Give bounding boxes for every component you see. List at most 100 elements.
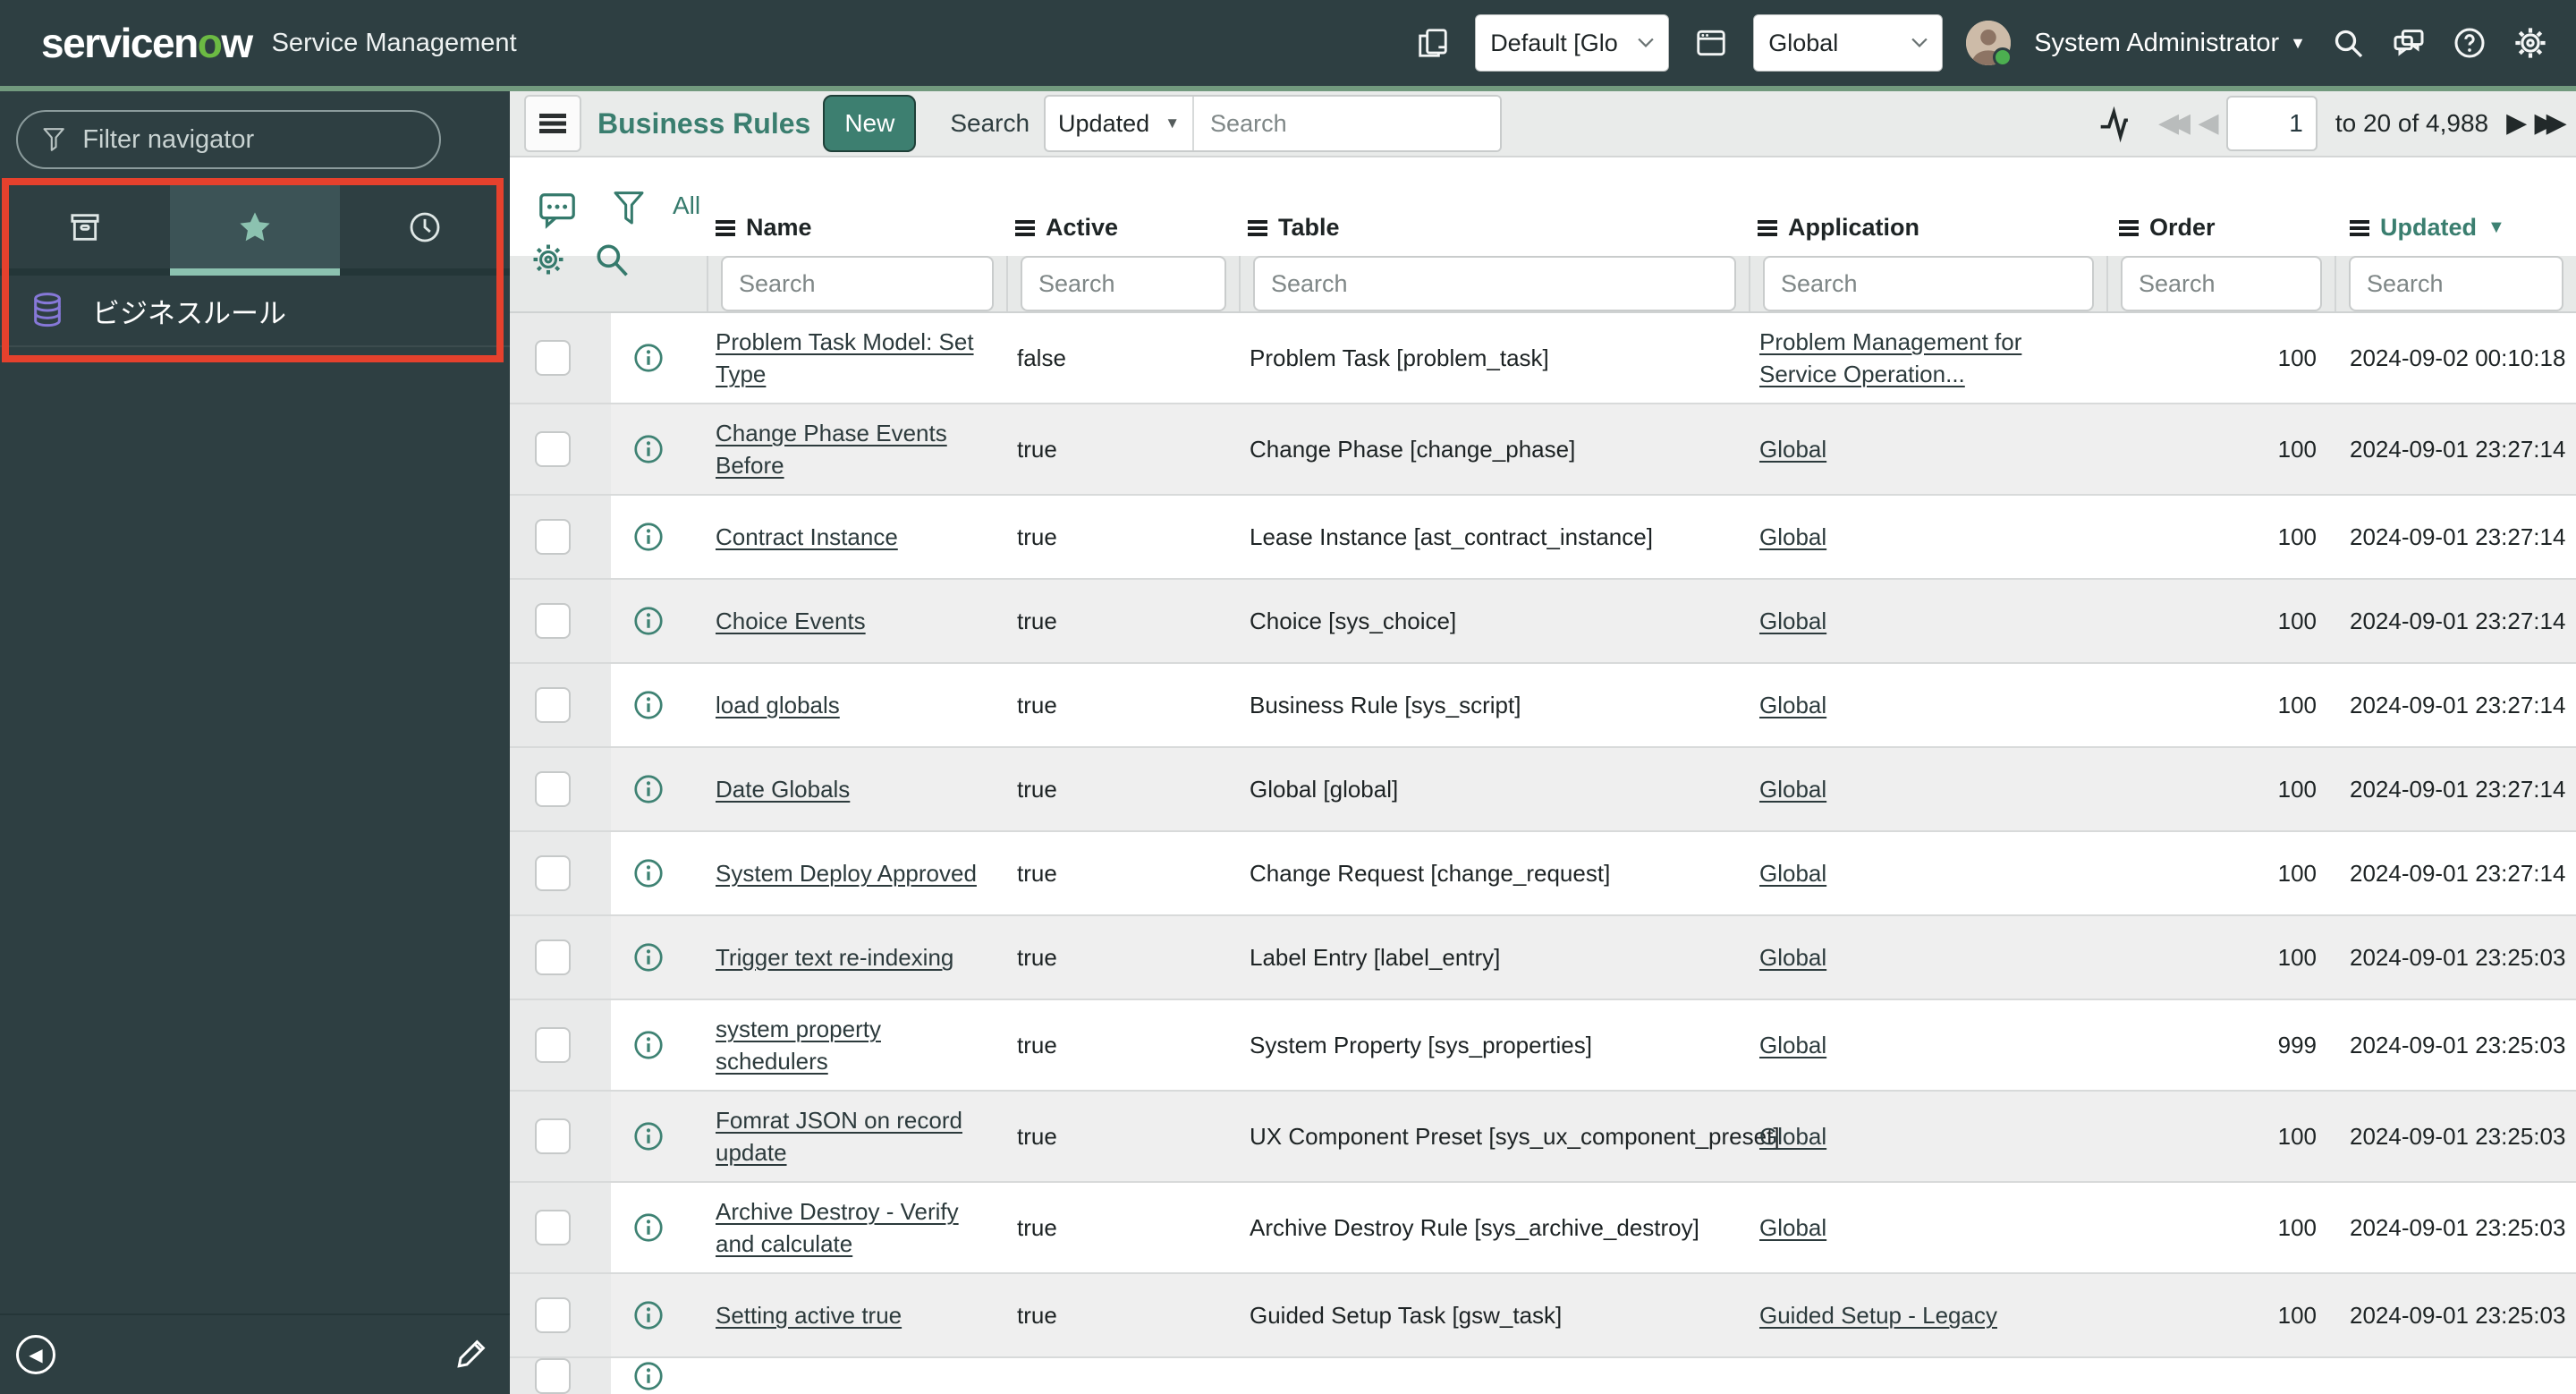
row-checkbox[interactable] [535,340,571,376]
update-set-icon[interactable] [1414,24,1452,62]
collapse-navigator-button[interactable]: ◀ [16,1335,55,1374]
application-link[interactable]: Global [1759,436,1826,463]
application-link[interactable]: Guided Setup - Legacy [1759,1302,1997,1329]
info-icon[interactable] [632,605,665,637]
application-link[interactable]: Global [1759,1032,1826,1058]
info-icon[interactable] [632,1360,665,1392]
cell-application: Global [1749,508,2106,565]
info-icon[interactable] [632,857,665,889]
application-link[interactable]: Global [1759,1123,1826,1150]
filter-navigator-input[interactable] [80,123,416,156]
application-link[interactable]: Problem Management for Service Operation… [1759,328,2021,387]
application-link[interactable]: Global [1759,1214,1826,1241]
record-link[interactable]: Contract Instance [716,523,898,550]
cell-name: Choice Events [707,592,1006,650]
cell-order [2106,1364,2334,1389]
record-link[interactable]: Fomrat JSON on record update [716,1107,962,1166]
row-checkbox[interactable] [535,1118,571,1154]
cell-application: Global [1749,1016,2106,1074]
column-search-name[interactable] [721,256,994,311]
connect-chat-icon[interactable] [2390,24,2428,62]
column-header-updated[interactable]: Updated ▼ [2334,214,2576,242]
filter-navigator[interactable] [16,110,441,169]
application-link[interactable]: Global [1759,608,1826,634]
page-number-input[interactable] [2225,96,2318,152]
row-checkbox[interactable] [535,1027,571,1063]
row-checkbox[interactable] [535,1297,571,1333]
info-icon[interactable] [632,941,665,973]
row-checkbox[interactable] [535,687,571,723]
application-link[interactable]: Global [1759,944,1826,971]
servicenow-logo[interactable]: servicenow [41,19,253,67]
row-checkbox[interactable] [535,939,571,975]
table-row: Archive Destroy - Verify and calculate t… [510,1183,2576,1274]
tab-all-applications[interactable] [0,185,170,276]
row-checkbox[interactable] [535,771,571,807]
cell-application: Global [1749,845,2106,902]
cell-table: Guided Setup Task [gsw_task] [1250,1302,1563,1329]
column-header-application[interactable]: Application [1749,214,2106,242]
record-link[interactable]: Choice Events [716,608,866,634]
application-scope-picker[interactable]: Global [1753,14,1944,72]
info-icon[interactable] [632,1211,665,1244]
info-icon[interactable] [632,433,665,465]
info-icon[interactable] [632,521,665,553]
favorite-item-business-rules[interactable]: ビジネスルール [0,276,510,347]
application-link[interactable]: Global [1759,860,1826,887]
user-menu[interactable]: System Administrator ▼ [2034,29,2306,58]
update-set-picker[interactable]: Default [Glo [1475,14,1670,72]
activity-stream-icon[interactable] [2097,104,2137,143]
application-link[interactable]: Global [1759,692,1826,718]
cell-updated: 2024-09-01 23:25:03 [2350,1123,2566,1150]
record-link[interactable]: System Deploy Approved [716,860,977,887]
avatar[interactable] [1966,21,2013,67]
info-icon[interactable] [632,773,665,805]
application-link[interactable]: Global [1759,523,1826,550]
next-page-button[interactable]: ▶ [2506,110,2527,137]
record-link[interactable]: Date Globals [716,776,850,803]
row-checkbox[interactable] [535,855,571,891]
row-checkbox[interactable] [535,519,571,555]
tab-favorites[interactable] [170,185,340,276]
row-checkbox[interactable] [535,603,571,639]
column-search-application[interactable] [1763,256,2094,311]
edit-favorites-pencil-icon[interactable] [454,1333,492,1375]
list-context-menu-button[interactable] [524,95,581,153]
new-record-button[interactable]: New [823,95,917,153]
column-search-updated[interactable] [2349,256,2563,311]
table-row: Change Phase Events Before true Change P… [510,404,2576,496]
application-link[interactable]: Global [1759,776,1826,803]
record-link[interactable]: Setting active true [716,1302,902,1329]
application-picker-icon[interactable] [1692,24,1730,62]
record-link[interactable]: load globals [716,692,840,718]
info-icon[interactable] [632,689,665,721]
row-checkbox[interactable] [535,431,571,467]
row-checkbox[interactable] [535,1210,571,1245]
column-search-table[interactable] [1253,256,1736,311]
info-icon[interactable] [632,342,665,374]
column-header-active[interactable]: Active [1006,214,1239,242]
column-header-table[interactable]: Table [1239,214,1749,242]
record-link[interactable]: Change Phase Events Before [716,420,947,479]
column-search-order[interactable] [2121,256,2322,311]
record-link[interactable]: Archive Destroy - Verify and calculate [716,1198,959,1257]
previous-page-button[interactable]: ◀ [2198,110,2218,137]
column-header-order[interactable]: Order [2106,214,2334,242]
record-link[interactable]: Trigger text re-indexing [716,944,953,971]
record-link[interactable]: Problem Task Model: Set Type [716,328,974,387]
last-page-button[interactable]: ▶▶ [2535,110,2567,137]
global-search-icon[interactable] [2329,24,2367,62]
first-page-button[interactable]: ◀◀ [2158,110,2190,137]
search-field-select[interactable]: Updated ▼ [1046,97,1195,151]
list-search-input[interactable] [1194,97,1501,151]
info-icon[interactable] [632,1299,665,1331]
settings-gear-icon[interactable] [2512,24,2549,62]
info-icon[interactable] [632,1029,665,1061]
tab-history[interactable] [340,185,510,276]
record-link[interactable]: system property schedulers [716,1016,881,1075]
column-header-name[interactable]: Name [707,214,1006,242]
help-icon[interactable] [2451,24,2488,62]
column-search-active[interactable] [1021,256,1226,311]
info-icon[interactable] [632,1120,665,1152]
row-checkbox[interactable] [535,1358,571,1394]
